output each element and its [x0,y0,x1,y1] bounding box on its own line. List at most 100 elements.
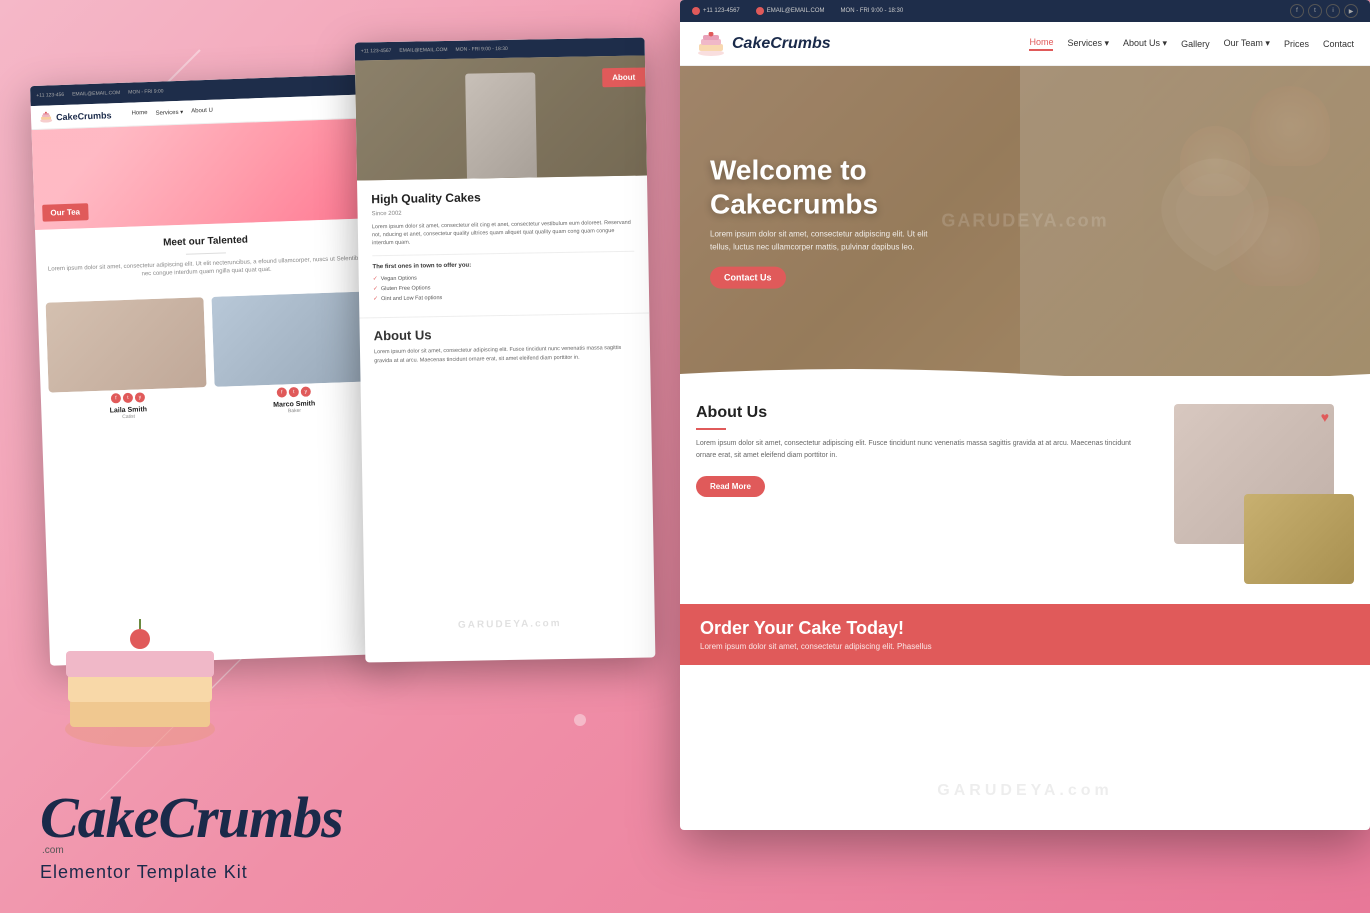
marco-photo-bg [211,291,372,386]
ss-front-cta-subtitle: Lorem ipsum dolor sit amet, consectetur … [700,642,932,651]
ss-mid-features-list: ✓ Vegan Options ✓ Gluten Free Options ✓ … [373,271,635,303]
ss-front-logo: CakeCrumbs [696,32,831,56]
screenshot-back: +11 123-456 EMAIL@EMAIL.COM MON - FRI 9:… [30,74,390,666]
about-watermark: GARUDEYA.com [937,782,1112,800]
ss-front-logo-icon [696,32,726,56]
ss-front-garudeya-deco [1140,144,1290,299]
email-icon [756,7,764,15]
read-more-button[interactable]: Read More [696,476,765,497]
ss-front-hero: GARUDEYA.com Welcome to Cakecrumbs Lorem… [680,66,1370,376]
ss-front-about-text-block: About Us Lorem ipsum dolor sit amet, con… [696,404,1138,497]
ss-back-hero-badge: Our Tea [42,203,88,222]
feature-vegan-label: Vegan Options [381,275,417,282]
ss-front-hero-title: Welcome to Cakecrumbs [710,154,950,221]
ss-mid-about-badge: About [602,68,645,88]
brand-title: CakeCrumbs [40,789,350,847]
ss-front-about-section: About Us Lorem ipsum dolor sit amet, con… [680,384,1370,604]
garudeya-bird-icon [1140,144,1290,294]
hero-contact-button[interactable]: Contact Us [710,266,786,288]
ss-back-team-sub: Lorem ipsum dolor sit amet, consectetur … [46,254,366,282]
ss-mid-quality-title: High Quality Cakes [371,188,633,208]
ss-front-email-item: EMAIL@EMAIL.COM [756,7,825,15]
ss-front-cta-banner: Order Your Cake Today! Lorem ipsum dolor… [680,604,1370,665]
ss-front-about-underline [696,428,726,430]
twitter-icon: t [1308,4,1322,18]
laila-photo [46,297,207,392]
youtube-icon: ▶ [1344,4,1358,18]
brand-title-crumbs: Crumbs [158,785,342,850]
cake-slice-icon [40,599,240,759]
team-member-laila: f t y Laila Smith Catist [46,297,208,422]
heart-icon: ♥ [1321,409,1329,425]
ss-front-phone-text: +11 123-4567 [703,8,740,14]
marco-fb: f [277,387,287,397]
ss-mid-about-section: About Us Lorem ipsum dolor sit amet, con… [359,313,650,377]
ss-front-email-text: EMAIL@EMAIL.COM [767,8,825,14]
nav-services[interactable]: Services ▾ [1067,38,1109,49]
ss-mid-quality-text: Lorem ipsum dolor sit amet, consectetur … [372,218,634,247]
ss-back-members: f t y Laila Smith Catist f t y Marco Smi… [37,283,382,431]
ss-back-phone: +11 123-456 [36,92,64,99]
cake-photo [1244,494,1354,584]
laila-tw: t [123,392,133,402]
team-member-marco: f t y Marco Smith Baker [211,291,373,416]
phone-icon [692,7,700,15]
laila-yt: y [135,392,145,402]
ss-front-about-body: Lorem ipsum dolor sit amet, consectetur … [696,438,1138,462]
ss-mid-about-title: About Us [374,324,636,344]
ss-back-hours: MON - FRI 9:00 [128,88,163,95]
ss-front-phone-item: +11 123-4567 [692,7,740,15]
ss-front-topbar: +11 123-4567 EMAIL@EMAIL.COM MON - FRI 9… [680,0,1370,22]
ss-front-cta-text-block: Order Your Cake Today! Lorem ipsum dolor… [700,618,932,651]
ss-mid-chef-photo [465,72,537,178]
laila-social: f t y [49,390,207,406]
ss-back-nav-about: About U [191,108,213,116]
ss-mid-hero: About [355,56,647,181]
ss-back-logo-icon [39,111,53,122]
ss-front-wave [680,376,1370,384]
instagram-icon: i [1326,4,1340,18]
check-icon-vegan: ✓ [373,276,378,283]
ss-front-logo-text: CakeCrumbs [732,35,831,53]
feature-lowfat-label: Oint and Low Fat options [381,295,442,302]
ss-back-team-section: Meet our Talented Lorem ipsum dolor sit … [35,218,377,295]
ss-back-nav-home: Home [131,110,147,118]
ss-mid-watermark: GARUDEYA.com [458,618,562,631]
ss-mid-content: High Quality Cakes Since 2002 Lorem ipsu… [357,175,649,317]
nav-gallery[interactable]: Gallery [1181,39,1210,49]
nav-home[interactable]: Home [1029,37,1053,51]
ss-back-logo: CakeCrumbs [39,109,112,123]
nav-contact[interactable]: Contact [1323,39,1354,49]
ss-back-divider [186,252,226,254]
nav-ourteam[interactable]: Our Team ▾ [1224,38,1270,49]
check-icon-gluten: ✓ [373,286,378,293]
marco-photo [211,291,372,386]
facebook-icon: f [1290,4,1304,18]
nav-about[interactable]: About Us ▾ [1123,38,1167,49]
brand-area: G CakeCrumbs .com Elementor Template Kit [0,579,380,913]
ss-mid-divider [372,251,634,257]
feature-gluten-label: Gluten Free Options [381,285,431,292]
ss-mid-hours: MON - FRI 9:00 - 18:30 [455,46,507,53]
ss-front-hours-item: MON - FRI 9:00 - 18:30 [841,8,904,14]
about-secondary-photo [1244,494,1354,584]
screenshot-mid: +11 123-4567 EMAIL@EMAIL.COM MON - FRI 9… [355,38,656,663]
nav-prices[interactable]: Prices [1284,39,1309,49]
check-icon-lowfat: ✓ [373,296,378,303]
marco-tw: t [289,387,299,397]
ss-front-nav-items: Home Services ▾ About Us ▾ Gallery Our T… [1029,37,1354,51]
ss-back-logo-text: CakeCrumbs [56,110,112,122]
brand-title-cake: Cake [40,785,158,850]
ss-front-hero-subtitle: Lorem ipsum dolor sit amet, consectetur … [710,229,950,255]
brand-subtitle: Elementor Template Kit [40,862,350,883]
ss-front-nav: CakeCrumbs Home Services ▾ About Us ▾ Ga… [680,22,1370,66]
ss-mid-since-year: Since 2002 [372,206,634,217]
laila-photo-bg [46,297,207,392]
ss-back-team-title: Meet our Talented [45,230,365,252]
ss-front-social-icons: f t i ▶ [1290,4,1358,18]
ss-back-nav-services: Services ▾ [155,109,183,117]
cake-icon-wrapper: G [40,599,260,779]
feature-lowfat: ✓ Oint and Low Fat options [373,291,635,303]
ss-back-nav-items: Home Services ▾ About U [131,108,213,118]
marco-yt: y [301,386,311,396]
